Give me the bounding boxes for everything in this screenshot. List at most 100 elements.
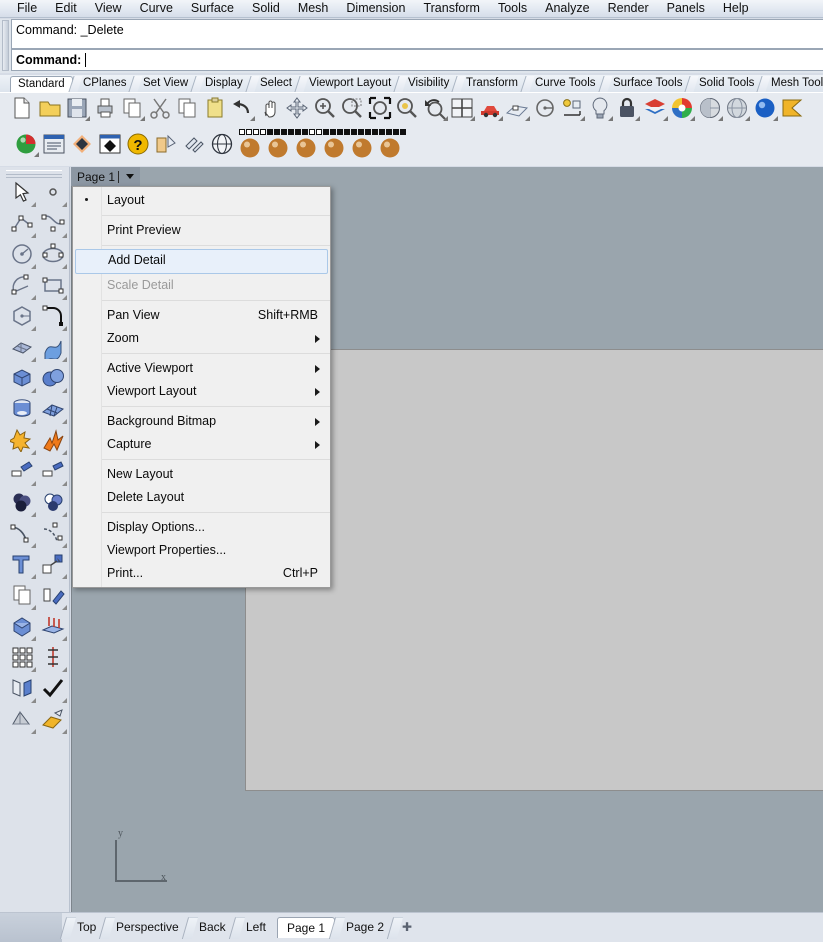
context-menu-item-capture[interactable]: Capture bbox=[73, 433, 330, 456]
toolbar-tab-standard[interactable]: Standard bbox=[10, 76, 73, 92]
viewport-title-tab[interactable]: Page 1 bbox=[71, 167, 141, 186]
flyout-indicator[interactable] bbox=[31, 543, 36, 548]
context-menu-item-background-bitmap[interactable]: Background Bitmap bbox=[73, 410, 330, 433]
context-menu-item-pan-view[interactable]: Pan View Shift+RMB bbox=[73, 304, 330, 327]
toolbar-tab-curve-tools[interactable]: Curve Tools bbox=[520, 76, 603, 92]
point-icon[interactable] bbox=[39, 179, 69, 210]
menu-item-panels[interactable]: Panels bbox=[658, 0, 714, 17]
flyout-indicator[interactable] bbox=[772, 116, 778, 121]
trim-icon[interactable] bbox=[8, 458, 38, 489]
surface-loft-icon[interactable] bbox=[39, 334, 69, 366]
boolean-intersect-icon[interactable] bbox=[39, 489, 69, 520]
flyout-indicator[interactable] bbox=[62, 667, 67, 672]
zoom-previous-icon[interactable] bbox=[423, 96, 449, 124]
boolean-union-icon[interactable] bbox=[7, 427, 38, 458]
flyout-indicator[interactable] bbox=[62, 202, 67, 207]
command-input-row[interactable]: Command: bbox=[11, 49, 823, 71]
flyout-indicator[interactable] bbox=[470, 116, 475, 121]
sidebar-grip[interactable] bbox=[6, 170, 62, 178]
rendered-sphere-icon[interactable] bbox=[753, 96, 779, 124]
text-tool-icon[interactable] bbox=[8, 551, 38, 582]
flyout-indicator[interactable] bbox=[31, 388, 36, 393]
flyout-indicator[interactable] bbox=[690, 116, 695, 121]
select-arrow-icon[interactable] bbox=[8, 179, 38, 210]
flyout-indicator[interactable] bbox=[31, 419, 36, 424]
flyout-indicator[interactable] bbox=[62, 729, 67, 734]
context-menu-item-layout[interactable]: Layout bbox=[73, 189, 330, 212]
flyout-indicator[interactable] bbox=[31, 481, 36, 486]
context-menu-item-display-options[interactable]: Display Options... bbox=[73, 516, 330, 539]
flyout-indicator[interactable] bbox=[31, 605, 36, 610]
menu-item-surface[interactable]: Surface bbox=[182, 0, 243, 17]
copy-to-clipboard-icon[interactable] bbox=[120, 96, 146, 124]
zoom-extents-icon[interactable] bbox=[368, 96, 394, 124]
box-solid-icon[interactable] bbox=[8, 365, 38, 396]
viewport-layout-icon[interactable] bbox=[450, 96, 476, 124]
material-sphere-5-icon[interactable] bbox=[350, 129, 378, 160]
move-gumball-icon[interactable] bbox=[285, 96, 311, 124]
cap-solid-icon[interactable] bbox=[8, 613, 38, 644]
help-question-icon[interactable]: ? bbox=[126, 132, 152, 160]
material-sphere-4-icon[interactable] bbox=[322, 129, 350, 160]
flyout-indicator[interactable] bbox=[62, 605, 67, 610]
menu-item-curve[interactable]: Curve bbox=[131, 0, 182, 17]
flyout-indicator[interactable] bbox=[140, 116, 145, 121]
grid-snap-icon[interactable] bbox=[505, 96, 531, 124]
zoom-selected-icon[interactable] bbox=[395, 96, 421, 124]
flyout-indicator[interactable] bbox=[31, 636, 36, 641]
menu-item-edit[interactable]: Edit bbox=[46, 0, 86, 17]
context-menu-item-add-detail[interactable]: Add Detail bbox=[75, 249, 328, 274]
flyout-indicator[interactable] bbox=[62, 388, 67, 393]
zoom-window-icon[interactable] bbox=[340, 96, 366, 124]
copy-objects-icon[interactable] bbox=[8, 582, 38, 613]
flyout-indicator[interactable] bbox=[525, 116, 530, 121]
rotate-icon[interactable] bbox=[39, 582, 69, 613]
rectangle-icon[interactable] bbox=[39, 272, 69, 303]
cylinder-solid-icon[interactable] bbox=[8, 396, 38, 427]
blend-curve-icon[interactable] bbox=[39, 520, 69, 551]
array-grid-icon[interactable] bbox=[8, 644, 38, 675]
object-snap-icon[interactable] bbox=[560, 96, 586, 124]
context-menu-item-delete-layout[interactable]: Delete Layout bbox=[73, 486, 330, 509]
split-icon[interactable] bbox=[39, 458, 69, 489]
menu-item-render[interactable]: Render bbox=[599, 0, 658, 17]
menu-item-dimension[interactable]: Dimension bbox=[337, 0, 414, 17]
flyout-indicator[interactable] bbox=[62, 233, 67, 238]
add-layout-tab-button[interactable]: ✚ bbox=[386, 917, 419, 939]
menu-item-transform[interactable]: Transform bbox=[414, 0, 489, 17]
car-render-icon[interactable] bbox=[478, 96, 504, 124]
flyout-indicator[interactable] bbox=[31, 295, 36, 300]
pan-hand-icon[interactable] bbox=[258, 96, 284, 124]
polyline-icon[interactable] bbox=[8, 210, 38, 241]
material-sphere-3-icon[interactable] bbox=[294, 129, 322, 160]
viewport-tab-page-1[interactable]: Page 1 bbox=[277, 917, 336, 938]
flyout-indicator[interactable] bbox=[497, 116, 503, 121]
viewport-tab-page-2[interactable]: Page 2 bbox=[328, 917, 393, 939]
menu-item-help[interactable]: Help bbox=[714, 0, 758, 17]
surface-from-points-icon[interactable] bbox=[8, 334, 38, 365]
mirror-icon[interactable] bbox=[8, 675, 38, 706]
context-menu-item-new-layout[interactable]: New Layout bbox=[73, 463, 330, 486]
mesh-from-surface-icon[interactable] bbox=[8, 706, 38, 737]
flyout-indicator[interactable] bbox=[31, 357, 36, 362]
undo-icon[interactable] bbox=[230, 96, 256, 124]
flyout-indicator[interactable] bbox=[31, 326, 36, 331]
flyout-indicator[interactable] bbox=[62, 543, 67, 548]
flyout-indicator[interactable] bbox=[62, 357, 67, 362]
new-file-icon[interactable] bbox=[10, 96, 36, 124]
flyout-indicator[interactable] bbox=[62, 450, 67, 455]
flyout-indicator[interactable] bbox=[62, 636, 67, 641]
open-folder-icon[interactable] bbox=[38, 96, 64, 124]
offset-curve-icon[interactable] bbox=[8, 520, 38, 551]
context-menu-item-active-viewport[interactable]: Active Viewport bbox=[73, 357, 330, 380]
flyout-indicator[interactable] bbox=[580, 116, 585, 121]
toolbar-tab-cplanes[interactable]: CPlanes bbox=[68, 76, 133, 92]
flyout-indicator[interactable] bbox=[62, 698, 67, 703]
chevron-down-icon[interactable] bbox=[126, 174, 135, 179]
ellipse-icon[interactable] bbox=[39, 241, 69, 272]
cut-scissors-icon[interactable] bbox=[148, 96, 174, 124]
toolbar-tab-mesh-tools[interactable]: Mesh Tools bbox=[756, 76, 823, 92]
zoom-in-icon[interactable] bbox=[313, 96, 339, 124]
circle-center-icon[interactable] bbox=[533, 96, 559, 124]
menu-item-solid[interactable]: Solid bbox=[243, 0, 289, 17]
